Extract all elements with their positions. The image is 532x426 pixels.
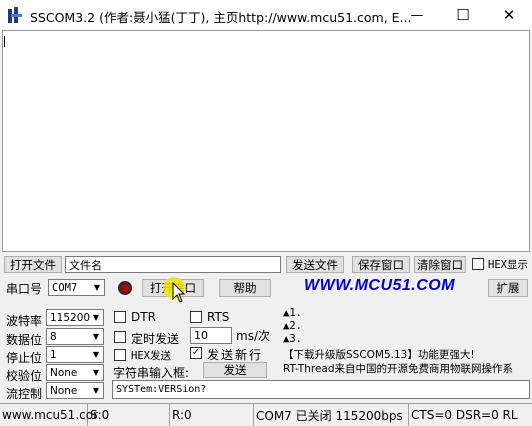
info-line-2: ▲2.: [283, 320, 302, 332]
checkmark-icon: ✓: [191, 347, 201, 358]
hex-send-checkbox[interactable]: [114, 349, 126, 361]
chevron-down-icon: ▼: [92, 368, 100, 377]
databits-value: 8: [50, 330, 57, 343]
save-window-button[interactable]: 保存窗口: [352, 256, 410, 273]
chevron-down-icon: ▼: [92, 350, 100, 359]
hex-display-checkbox[interactable]: [472, 258, 484, 270]
port-select[interactable]: COM7 ▼: [48, 279, 105, 296]
close-icon: ✕: [502, 6, 516, 24]
send-file-button[interactable]: 发送文件: [286, 256, 344, 273]
databits-label: 数据位: [6, 333, 43, 347]
hex-display-label: HEX显示: [488, 259, 528, 271]
filename-input[interactable]: 文件名: [65, 256, 281, 273]
open-file-button[interactable]: 打开文件: [4, 256, 62, 273]
status-sent-count: S:0: [88, 404, 170, 426]
expand-button[interactable]: 扩展: [488, 279, 528, 297]
stopbits-label: 停止位: [6, 351, 43, 365]
rts-label: RTS: [207, 310, 230, 324]
stopbits-select[interactable]: 1 ▼: [46, 346, 104, 363]
baud-label: 波特率: [6, 314, 43, 328]
interval-input[interactable]: 10: [190, 327, 232, 344]
port-status-indicator-icon: [117, 280, 133, 296]
pointer-cursor-icon: [172, 281, 186, 307]
help-button[interactable]: 帮助: [219, 279, 271, 297]
input-label: 字符串输入框:: [113, 366, 190, 380]
flow-value: None: [50, 384, 78, 397]
timed-send-checkbox[interactable]: [114, 331, 126, 343]
hex-send-label: HEX发送: [131, 350, 171, 362]
send-button[interactable]: 发送: [203, 362, 267, 378]
info-line-1: ▲1.: [283, 307, 302, 319]
send-newline-label: 发送新行: [207, 348, 264, 362]
baud-value: 115200: [50, 311, 91, 324]
dtr-label: DTR: [131, 310, 156, 324]
chevron-down-icon: ▼: [93, 283, 101, 292]
website-banner[interactable]: WWW.MCU51.COM: [304, 277, 455, 295]
baud-select[interactable]: 115200 ▼: [46, 309, 104, 326]
chevron-down-icon: ▼: [92, 386, 100, 395]
status-signals: CTS=0 DSR=0 RL: [411, 408, 518, 422]
maximize-button[interactable]: ☐: [440, 0, 486, 30]
timed-send-label: 定时发送: [131, 332, 180, 346]
minimize-button[interactable]: —: [394, 0, 440, 30]
parity-select[interactable]: None ▼: [46, 364, 104, 381]
status-received-count: R:0: [170, 404, 254, 426]
interval-unit-label: ms/次: [236, 329, 270, 343]
text-caret: [4, 36, 5, 47]
parity-value: None: [50, 366, 78, 379]
receive-area[interactable]: [2, 30, 530, 252]
parity-label: 校验位: [6, 369, 43, 383]
status-port-state: COM7 已关闭 115200bps: [254, 404, 409, 426]
window-title: SSCOM3.2 (作者:聂小猛(丁丁), 主页http://www.mcu51…: [30, 10, 412, 25]
send-newline-checkbox[interactable]: ✓: [190, 347, 202, 359]
info-download-link[interactable]: 【下载升级版SSCOM5.13】功能更强大!: [283, 347, 475, 362]
info-rtthread-link[interactable]: RT-Thread来自中国的开源免费商用物联网操作系: [283, 361, 530, 376]
close-button[interactable]: ✕: [486, 0, 532, 30]
app-icon: [7, 6, 23, 24]
port-value: COM7: [52, 281, 78, 294]
dtr-checkbox[interactable]: [114, 311, 126, 323]
info-line-3: ▲3.: [283, 333, 302, 345]
send-input[interactable]: SYSTem:VERSion?: [112, 380, 530, 399]
status-website: www.mcu51.cor: [0, 404, 98, 426]
maximize-icon: ☐: [456, 6, 470, 24]
clear-window-button[interactable]: 清除窗口: [414, 256, 466, 273]
chevron-down-icon: ▼: [92, 332, 100, 341]
flow-label: 流控制: [6, 387, 43, 401]
rts-checkbox[interactable]: [190, 311, 202, 323]
chevron-down-icon: ▼: [92, 313, 100, 322]
minimize-icon: —: [410, 7, 424, 23]
databits-select[interactable]: 8 ▼: [46, 328, 104, 345]
port-label: 串口号: [6, 282, 43, 296]
flow-select[interactable]: None ▼: [46, 382, 104, 399]
stopbits-value: 1: [50, 348, 57, 361]
